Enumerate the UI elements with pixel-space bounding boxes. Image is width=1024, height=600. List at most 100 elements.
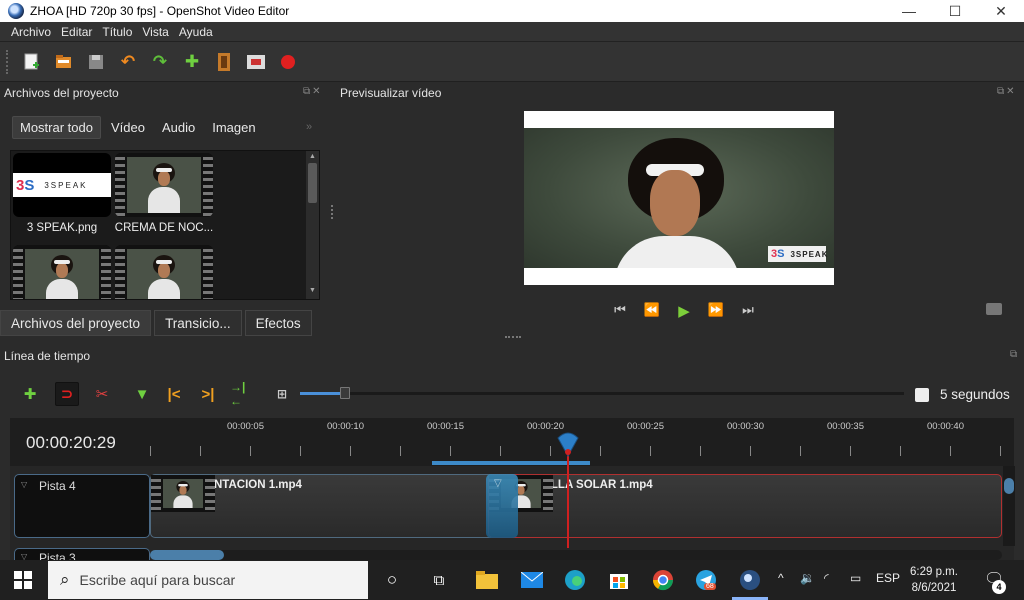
ruler-tick: [950, 446, 951, 456]
clock-time: 6:29 p.m.: [910, 566, 958, 578]
filter-show-all[interactable]: Mostrar todo: [12, 116, 101, 139]
ruler-tick: [600, 446, 601, 456]
splitter-handle[interactable]: [505, 336, 521, 339]
open-project-icon[interactable]: [52, 50, 76, 74]
playhead-marker[interactable]: [556, 430, 580, 458]
rewind-icon[interactable]: ⏪: [636, 302, 668, 320]
track-header[interactable]: ▽ Pista 4: [14, 474, 150, 538]
ruler-tick: [400, 446, 401, 456]
left-panel-tabs: Archivos del proyecto Transicio... Efect…: [0, 310, 315, 336]
ruler-tick-label: 00:00:10: [327, 421, 364, 432]
tab-project-files[interactable]: Archivos del proyecto: [0, 310, 152, 336]
next-marker-icon[interactable]: >|: [196, 382, 220, 406]
volume-icon[interactable]: 🔉: [800, 571, 815, 585]
file-explorer-icon[interactable]: [475, 568, 499, 592]
file-thumbnail[interactable]: [115, 153, 213, 217]
profile-icon[interactable]: [212, 50, 236, 74]
ruler-tick: [500, 446, 501, 456]
menu-titulo[interactable]: Título: [102, 25, 132, 39]
taskbar-search-box[interactable]: ⌕ Escribe aquí para buscar: [48, 561, 368, 599]
file-thumbnail[interactable]: [13, 245, 111, 299]
more-filters-icon[interactable]: »: [306, 121, 312, 133]
previous-marker-icon[interactable]: |<: [162, 382, 186, 406]
cortana-icon[interactable]: ○: [380, 568, 404, 592]
network-icon[interactable]: ◜: [824, 571, 829, 585]
file-thumbnail[interactable]: [115, 245, 213, 299]
panel-float-icon[interactable]: ⧉: [1010, 349, 1019, 360]
tab-transitions[interactable]: Transicio...: [154, 310, 242, 336]
splitter-handle[interactable]: [331, 205, 334, 219]
transition-block[interactable]: ▽: [486, 474, 518, 538]
track-name: Pista 4: [39, 479, 76, 493]
menu-ayuda[interactable]: Ayuda: [179, 25, 213, 39]
ruler-tick-label: 00:00:40: [927, 421, 964, 432]
file-thumbnail[interactable]: 3S 3SPEAK: [13, 153, 111, 217]
maximize-icon[interactable]: ☐: [932, 0, 978, 22]
store-icon[interactable]: [607, 568, 631, 592]
close-icon[interactable]: ✕: [978, 0, 1024, 22]
add-track-icon[interactable]: ✚: [18, 382, 42, 406]
window-titlebar: ZHOA [HD 720p 30 fps] - OpenShot Video E…: [0, 0, 1024, 22]
razor-icon[interactable]: ✂: [90, 382, 114, 406]
camera-icon[interactable]: [986, 303, 1002, 315]
panel-float-close-icon[interactable]: ⧉✕: [303, 86, 323, 97]
openshot-taskbar-icon[interactable]: [738, 568, 762, 592]
import-files-icon[interactable]: ✚: [180, 50, 204, 74]
timeline-horizontal-scrollbar[interactable]: [150, 550, 1002, 560]
play-icon[interactable]: ▶: [668, 302, 700, 320]
ruler-tick: [200, 446, 201, 456]
input-language[interactable]: ESP: [876, 571, 900, 585]
edge-icon[interactable]: [563, 568, 587, 592]
snap-magnet-icon[interactable]: ⊃: [55, 382, 79, 406]
task-view-icon[interactable]: ⧉: [427, 568, 451, 592]
ruler-tick: [750, 446, 751, 456]
timeline-clip[interactable]: ▽ PANTALLA SOLAR 1.mp4: [488, 474, 1002, 538]
tab-effects[interactable]: Efectos: [244, 310, 312, 336]
openshot-app-icon: [8, 3, 24, 19]
center-playhead-icon[interactable]: →|←: [230, 380, 254, 408]
add-marker-icon[interactable]: ▼: [130, 382, 154, 406]
export-video-icon[interactable]: [244, 50, 268, 74]
show-hidden-icons[interactable]: ^: [778, 571, 784, 585]
ruler-tick: [300, 446, 301, 456]
timeline-vertical-scrollbar[interactable]: [1003, 466, 1015, 546]
taskbar-clock[interactable]: 6:29 p.m. 8/6/2021: [904, 564, 964, 596]
redo-icon[interactable]: ↷: [148, 50, 172, 74]
menu-editar[interactable]: Editar: [61, 25, 92, 39]
preview-title: Previsualizar vídeo: [340, 86, 442, 100]
jump-end-icon[interactable]: ⏭: [732, 302, 764, 320]
window-title: ZHOA [HD 720p 30 fps] - OpenShot Video E…: [30, 4, 290, 18]
undo-icon[interactable]: ↶: [116, 50, 140, 74]
toolbar-grip[interactable]: [6, 49, 12, 74]
mail-icon[interactable]: [520, 568, 544, 592]
menu-vista[interactable]: Vista: [142, 25, 168, 39]
new-project-icon[interactable]: [20, 50, 44, 74]
save-project-icon[interactable]: [84, 50, 108, 74]
fast-forward-icon[interactable]: ⏩: [700, 302, 732, 320]
filter-video[interactable]: Vídeo: [104, 117, 152, 138]
timeline-clip[interactable]: ▽ PRESENTACION 1.mp4: [150, 474, 520, 538]
ruler-tick: [650, 446, 651, 456]
menu-archivo[interactable]: Archivo: [11, 25, 51, 39]
zoom-fit-icon[interactable]: ⊞: [270, 382, 294, 406]
ruler-tick: [1000, 446, 1001, 456]
windows-start-icon[interactable]: [14, 571, 32, 589]
timeline-zoom-slider[interactable]: [300, 387, 904, 399]
jump-start-icon[interactable]: ⏮: [604, 302, 636, 320]
zoom-label: 5 segundos: [940, 387, 1010, 402]
filter-audio[interactable]: Audio: [155, 117, 202, 138]
ruler-tick: [900, 446, 901, 456]
record-icon[interactable]: [276, 50, 300, 74]
ruler-tick: [450, 446, 451, 456]
logo-text: 3SPEAK: [44, 180, 88, 190]
panel-float-close-icon[interactable]: ⧉✕: [997, 86, 1017, 97]
files-scrollbar[interactable]: ▲ ▼: [306, 151, 319, 299]
chrome-icon[interactable]: [651, 568, 675, 592]
minimize-icon[interactable]: —: [886, 0, 932, 22]
battery-icon[interactable]: ▭: [850, 571, 861, 585]
filter-image[interactable]: Imagen: [205, 117, 262, 138]
clock-date: 8/6/2021: [911, 582, 957, 594]
ruler-tick-label: 00:00:15: [427, 421, 464, 432]
ruler-tick-label: 00:00:35: [827, 421, 864, 432]
player-controls: ⏮ ⏪ ▶ ⏩ ⏭: [604, 302, 764, 320]
